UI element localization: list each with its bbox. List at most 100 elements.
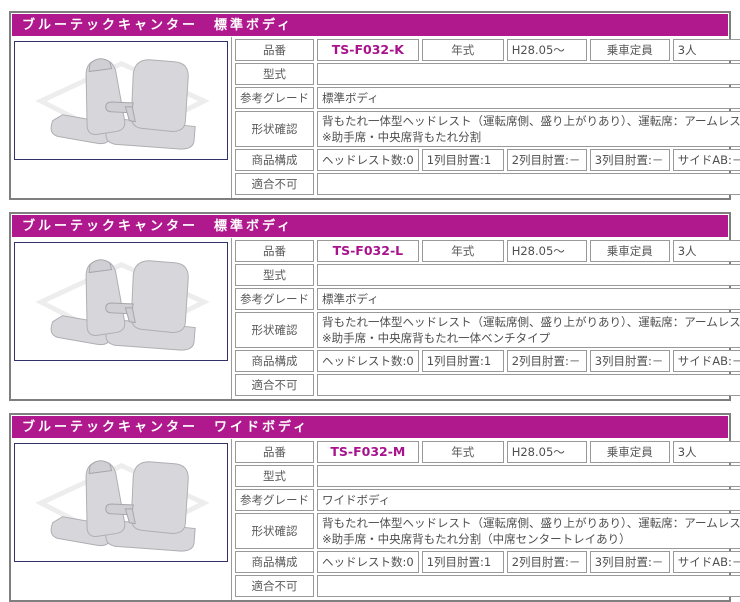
label-shape: 形状確認 bbox=[235, 111, 314, 147]
section-title: ブルーテックキャンター 標準ボディ bbox=[12, 215, 728, 237]
shape-value: 背もたれ一体型ヘッドレスト（運転席側、盛り上がりあり）、運転席：アームレストあり… bbox=[317, 513, 740, 549]
table-row: 参考グレード 標準ボディ bbox=[235, 288, 740, 310]
composition-row2-armrest: 2列目肘置:－ bbox=[506, 149, 587, 171]
shape-line-2: ※助手席・中央席背もたれ一体ベンチタイプ bbox=[322, 331, 551, 345]
composition-headrest: ヘッドレスト数:0 bbox=[317, 551, 419, 573]
label-shape: 形状確認 bbox=[235, 513, 314, 549]
table-row: 適合不可 bbox=[235, 575, 740, 597]
composition-side-ab: サイドAB:－ bbox=[672, 350, 740, 372]
label-capacity: 乗車定員 bbox=[589, 39, 670, 61]
table-row: 参考グレード ワイドボディ bbox=[235, 489, 740, 511]
composition-row1-armrest: 1列目肘置:1 bbox=[421, 149, 504, 171]
label-year: 年式 bbox=[421, 441, 504, 463]
section-body: 品番 TS-F032-L 年式 H28.05～ 乗車定員 3人 型式 参考グレー… bbox=[11, 238, 740, 399]
truck-seat-icon bbox=[34, 258, 210, 351]
shape-value: 背もたれ一体型ヘッドレスト（運転席側、盛り上がりあり）、運転席：アームレストあり… bbox=[317, 111, 740, 147]
section-title: ブルーテックキャンター ワイドボディ bbox=[12, 416, 728, 438]
seat-image-cell bbox=[11, 37, 232, 198]
grade-value: 標準ボディ bbox=[317, 288, 740, 310]
shape-line-1: 背もたれ一体型ヘッドレスト（運転席側、盛り上がりあり）、運転席：アームレストあり bbox=[322, 516, 740, 530]
table-row: 商品構成 ヘッドレスト数:0 1列目肘置:1 2列目肘置:－ 3列目肘置:－ サ… bbox=[235, 551, 740, 573]
composition-headrest: ヘッドレスト数:0 bbox=[317, 149, 419, 171]
part-number-value: TS-F032-K bbox=[317, 39, 419, 61]
year-value: H28.05～ bbox=[506, 441, 587, 463]
incompatible-value bbox=[317, 575, 740, 597]
shape-value: 背もたれ一体型ヘッドレスト（運転席側、盛り上がりあり）、運転席：アームレストあり… bbox=[317, 312, 740, 348]
grade-value: ワイドボディ bbox=[317, 489, 740, 511]
seat-illustration bbox=[14, 242, 228, 361]
label-composition: 商品構成 bbox=[235, 350, 314, 372]
composition-row2-armrest: 2列目肘置:－ bbox=[506, 350, 587, 372]
year-value: H28.05～ bbox=[506, 39, 587, 61]
composition-side-ab: サイドAB:－ bbox=[672, 149, 740, 171]
composition-row2-armrest: 2列目肘置:－ bbox=[506, 551, 587, 573]
shape-line-2: ※助手席・中央席背もたれ分割 bbox=[322, 130, 482, 144]
part-number-value: TS-F032-M bbox=[317, 441, 419, 463]
seat-image-cell bbox=[11, 238, 232, 399]
truck-seat-icon bbox=[34, 57, 210, 150]
label-capacity: 乗車定員 bbox=[589, 441, 670, 463]
shape-line-2: ※助手席・中央席背もたれ分割（中席センタートレイあり） bbox=[322, 532, 631, 546]
label-year: 年式 bbox=[421, 240, 504, 262]
composition-side-ab: サイドAB:－ bbox=[672, 551, 740, 573]
composition-row1-armrest: 1列目肘置:1 bbox=[421, 551, 504, 573]
label-incompatible: 適合不可 bbox=[235, 173, 314, 195]
spec-table: 品番 TS-F032-K 年式 H28.05～ 乗車定員 3人 型式 参考グレー… bbox=[232, 37, 740, 197]
table-row: 型式 bbox=[235, 264, 740, 286]
spec-page: ブルーテックキャンター 標準ボディ 品番 TS-F032-K 年式 H28.05… bbox=[0, 0, 740, 602]
capacity-value: 3人 bbox=[672, 39, 740, 61]
table-row: 適合不可 bbox=[235, 374, 740, 396]
label-capacity: 乗車定員 bbox=[589, 240, 670, 262]
seat-illustration bbox=[14, 443, 228, 562]
composition-headrest: ヘッドレスト数:0 bbox=[317, 350, 419, 372]
table-row: 型式 bbox=[235, 465, 740, 487]
label-model: 型式 bbox=[235, 465, 314, 487]
table-row: 品番 TS-F032-L 年式 H28.05～ 乗車定員 3人 bbox=[235, 240, 740, 262]
product-section-2: ブルーテックキャンター 標準ボディ 品番 TS-F032-L 年式 H28.05… bbox=[9, 212, 740, 401]
composition-row3-armrest: 3列目肘置:－ bbox=[589, 350, 670, 372]
label-composition: 商品構成 bbox=[235, 149, 314, 171]
product-section-1: ブルーテックキャンター 標準ボディ 品番 TS-F032-K 年式 H28.05… bbox=[9, 11, 740, 200]
label-model: 型式 bbox=[235, 264, 314, 286]
shape-line-1: 背もたれ一体型ヘッドレスト（運転席側、盛り上がりあり）、運転席：アームレストあり bbox=[322, 315, 740, 329]
label-part-no: 品番 bbox=[235, 240, 314, 262]
table-row: 形状確認 背もたれ一体型ヘッドレスト（運転席側、盛り上がりあり）、運転席：アーム… bbox=[235, 111, 740, 147]
spec-table: 品番 TS-F032-L 年式 H28.05～ 乗車定員 3人 型式 参考グレー… bbox=[232, 238, 740, 398]
table-row: 品番 TS-F032-M 年式 H28.05～ 乗車定員 3人 bbox=[235, 441, 740, 463]
section-body: 品番 TS-F032-K 年式 H28.05～ 乗車定員 3人 型式 参考グレー… bbox=[11, 37, 740, 198]
table-row: 商品構成 ヘッドレスト数:0 1列目肘置:1 2列目肘置:－ 3列目肘置:－ サ… bbox=[235, 149, 740, 171]
label-incompatible: 適合不可 bbox=[235, 575, 314, 597]
table-row: 形状確認 背もたれ一体型ヘッドレスト（運転席側、盛り上がりあり）、運転席：アーム… bbox=[235, 312, 740, 348]
model-value bbox=[317, 465, 740, 487]
table-row: 型式 bbox=[235, 63, 740, 85]
capacity-value: 3人 bbox=[672, 240, 740, 262]
table-row: 品番 TS-F032-K 年式 H28.05～ 乗車定員 3人 bbox=[235, 39, 740, 61]
product-section-3: ブルーテックキャンター ワイドボディ 品番 TS-F032-M 年式 H28.0… bbox=[9, 413, 740, 602]
label-model: 型式 bbox=[235, 63, 314, 85]
label-part-no: 品番 bbox=[235, 441, 314, 463]
spec-table: 品番 TS-F032-M 年式 H28.05～ 乗車定員 3人 型式 参考グレー… bbox=[232, 439, 740, 599]
part-number-value: TS-F032-L bbox=[317, 240, 419, 262]
seat-image-cell bbox=[11, 439, 232, 600]
label-part-no: 品番 bbox=[235, 39, 314, 61]
composition-row3-armrest: 3列目肘置:－ bbox=[589, 551, 670, 573]
seat-illustration bbox=[14, 41, 228, 160]
table-row: 適合不可 bbox=[235, 173, 740, 195]
year-value: H28.05～ bbox=[506, 240, 587, 262]
model-value bbox=[317, 264, 740, 286]
shape-line-1: 背もたれ一体型ヘッドレスト（運転席側、盛り上がりあり）、運転席：アームレストあり bbox=[322, 114, 740, 128]
label-grade: 参考グレード bbox=[235, 489, 314, 511]
section-body: 品番 TS-F032-M 年式 H28.05～ 乗車定員 3人 型式 参考グレー… bbox=[11, 439, 740, 600]
label-composition: 商品構成 bbox=[235, 551, 314, 573]
truck-seat-icon bbox=[34, 459, 210, 552]
label-grade: 参考グレード bbox=[235, 288, 314, 310]
composition-row3-armrest: 3列目肘置:－ bbox=[589, 149, 670, 171]
label-shape: 形状確認 bbox=[235, 312, 314, 348]
grade-value: 標準ボディ bbox=[317, 87, 740, 109]
section-title: ブルーテックキャンター 標準ボディ bbox=[12, 14, 728, 36]
label-grade: 参考グレード bbox=[235, 87, 314, 109]
model-value bbox=[317, 63, 740, 85]
incompatible-value bbox=[317, 173, 740, 195]
label-incompatible: 適合不可 bbox=[235, 374, 314, 396]
label-year: 年式 bbox=[421, 39, 504, 61]
